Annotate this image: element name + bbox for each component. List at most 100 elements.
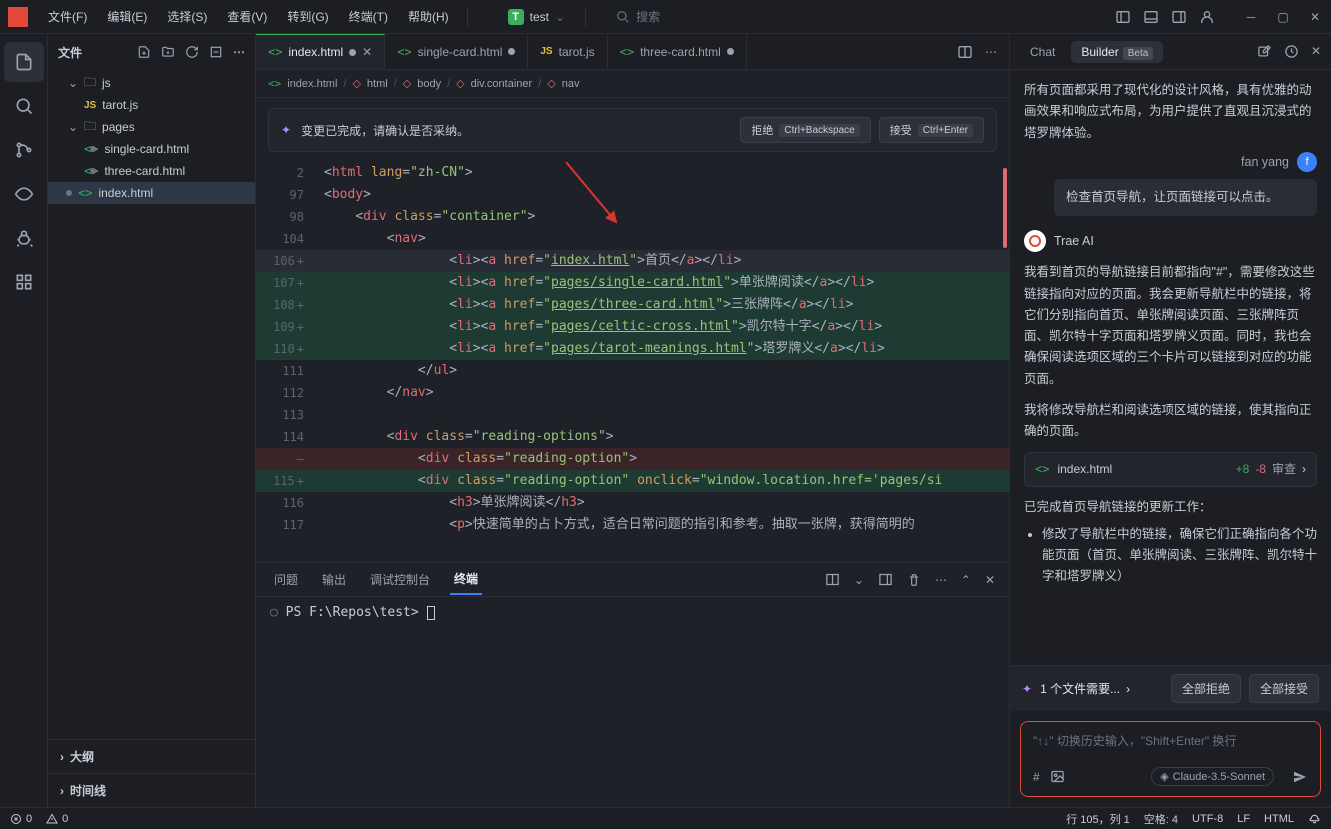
accept-button[interactable]: 接受Ctrl+Enter [879, 117, 984, 143]
sidebar-outline[interactable]: ›大纲 [48, 739, 255, 773]
status-spaces[interactable]: 空格: 4 [1144, 811, 1178, 827]
project-selector[interactable]: T test ⌄ [498, 6, 575, 28]
ai-name: Trae AI [1054, 231, 1094, 252]
ai-new-chat-icon[interactable] [1257, 44, 1272, 59]
model-selector[interactable]: ◈Claude-3.5-Sonnet [1151, 767, 1274, 786]
activity-explorer[interactable] [4, 42, 44, 82]
status-language[interactable]: HTML [1264, 813, 1294, 825]
bc-file[interactable]: index.html [287, 78, 337, 90]
app-icon [8, 7, 28, 27]
ai-tab-builder[interactable]: BuilderBeta [1071, 41, 1163, 63]
terminal-body[interactable]: ○ PS F:\Repos\test> [256, 597, 1009, 807]
refresh-icon[interactable] [185, 45, 199, 59]
tree-folder-pages[interactable]: ⌄🗀pages [48, 116, 255, 138]
activity-debug[interactable] [4, 218, 44, 258]
sidebar-timeline[interactable]: ›时间线 [48, 773, 255, 807]
tree-file-tarotjs[interactable]: JStarot.js [48, 94, 255, 116]
minimize-icon[interactable]: ─ [1243, 9, 1259, 25]
user-avatar: f [1297, 152, 1317, 172]
term-tab-terminal[interactable]: 终端 [450, 564, 482, 595]
ai-close-icon[interactable]: ✕ [1311, 44, 1321, 59]
ai-input-placeholder: "↑↓" 切换历史输入，"Shift+Enter" 换行 [1033, 732, 1308, 749]
bc-container[interactable]: div.container [471, 78, 533, 90]
term-tab-output[interactable]: 输出 [318, 565, 350, 594]
menu-select[interactable]: 选择(S) [159, 4, 215, 29]
terminal-more-icon[interactable]: ⋯ [935, 573, 947, 587]
send-icon[interactable] [1292, 769, 1308, 785]
status-eol[interactable]: LF [1237, 813, 1250, 825]
tab-index[interactable]: <>index.html✕ [256, 34, 385, 69]
sparkle-icon: ✦ [1022, 682, 1032, 696]
terminal-dropdown-icon[interactable]: ⌄ [854, 573, 864, 587]
sparkle-icon: ✦ [281, 123, 291, 137]
tree-file-three[interactable]: <>three-card.html [48, 160, 255, 182]
status-encoding[interactable]: UTF-8 [1192, 813, 1223, 825]
layout-left-icon[interactable] [1115, 9, 1131, 25]
menu-edit[interactable]: 编辑(E) [99, 4, 155, 29]
collapse-icon[interactable] [209, 45, 223, 59]
tab-single[interactable]: <>single-card.html [385, 34, 528, 69]
tab-three[interactable]: <>three-card.html [608, 34, 747, 69]
project-name: test [530, 10, 549, 24]
diff-banner: ✦ 变更已完成，请确认是否采纳。 拒绝Ctrl+Backspace 接受Ctrl… [268, 108, 997, 152]
ai-response-1: 我看到首页的导航链接目前都指向"#"，需要修改这些链接指向对应的页面。我会更新导… [1024, 262, 1317, 390]
search-input[interactable]: 搜索 [616, 8, 660, 25]
bc-nav[interactable]: nav [562, 78, 580, 90]
terminal-split-icon[interactable] [825, 572, 840, 587]
reject-all-button[interactable]: 全部拒绝 [1171, 674, 1241, 703]
ai-list-item: 修改了导航栏中的链接，确保它们正确指向各个功能页面（首页、单张牌阅读、三张牌阵、… [1042, 524, 1317, 588]
accept-all-button[interactable]: 全部接受 [1249, 674, 1319, 703]
tab-more-icon[interactable]: ⋯ [985, 45, 997, 59]
menu-file[interactable]: 文件(F) [40, 4, 95, 29]
more-icon[interactable]: ⋯ [233, 45, 245, 59]
project-icon: T [508, 9, 524, 25]
maximize-icon[interactable]: ▢ [1275, 9, 1291, 25]
menu-goto[interactable]: 转到(G) [279, 4, 336, 29]
bc-body[interactable]: body [417, 78, 441, 90]
ai-tab-chat[interactable]: Chat [1020, 41, 1065, 63]
ai-done-text: 已完成首页导航链接的更新工作： [1024, 497, 1317, 518]
reject-button[interactable]: 拒绝Ctrl+Backspace [740, 117, 870, 143]
status-warnings[interactable]: 0 [46, 813, 68, 825]
ai-response-2: 我将修改导航栏和阅读选项区域的链接，使其指向正确的页面。 [1024, 400, 1317, 443]
new-folder-icon[interactable] [161, 45, 175, 59]
menu-terminal[interactable]: 终端(T) [341, 4, 396, 29]
term-tab-debug[interactable]: 调试控制台 [366, 565, 434, 594]
hash-icon[interactable]: # [1033, 770, 1040, 784]
status-position[interactable]: 行 105，列 1 [1066, 811, 1130, 827]
terminal-kill-icon[interactable] [907, 573, 921, 587]
status-bell-icon[interactable] [1308, 812, 1321, 825]
activity-preview[interactable] [4, 174, 44, 214]
terminal-maximize-icon[interactable]: ⌃ [961, 573, 971, 587]
tree-file-single[interactable]: <>single-card.html [48, 138, 255, 160]
terminal-new-icon[interactable] [878, 572, 893, 587]
code-editor[interactable]: 2<html lang="zh-CN"> 97<body> 98 <div cl… [256, 162, 1009, 562]
split-editor-icon[interactable] [957, 44, 973, 60]
ai-input[interactable]: "↑↓" 切换历史输入，"Shift+Enter" 换行 # ◈Claude-3… [1020, 721, 1321, 797]
menu-help[interactable]: 帮助(H) [400, 4, 457, 29]
tree-file-index[interactable]: <>index.html [48, 182, 255, 204]
image-icon[interactable] [1050, 769, 1065, 784]
bc-html[interactable]: html [367, 78, 388, 90]
terminal-close-icon[interactable]: ✕ [985, 573, 995, 587]
menu-view[interactable]: 查看(V) [219, 4, 275, 29]
activity-search[interactable] [4, 86, 44, 126]
activity-scm[interactable] [4, 130, 44, 170]
layout-bottom-icon[interactable] [1143, 9, 1159, 25]
user-message: 检查首页导航，让页面链接可以点击。 [1054, 179, 1317, 216]
new-file-icon[interactable] [137, 45, 151, 59]
ai-history-icon[interactable] [1284, 44, 1299, 59]
sidebar-title: 文件 [58, 44, 82, 61]
file-change-chip[interactable]: <>index.html +8-8审查› [1024, 452, 1317, 486]
status-errors[interactable]: 0 [10, 813, 32, 825]
close-window-icon[interactable]: ✕ [1307, 9, 1323, 25]
layout-right-icon[interactable] [1171, 9, 1187, 25]
pending-files[interactable]: 1 个文件需要...› [1040, 680, 1163, 697]
tab-tarot[interactable]: JStarot.js [528, 34, 607, 69]
close-tab-icon[interactable]: ✕ [362, 45, 372, 59]
tree-folder-js[interactable]: ⌄🗀js [48, 72, 255, 94]
term-tab-problems[interactable]: 问题 [270, 565, 302, 594]
ai-avatar [1024, 230, 1046, 252]
activity-extensions[interactable] [4, 262, 44, 302]
account-icon[interactable] [1199, 9, 1215, 25]
